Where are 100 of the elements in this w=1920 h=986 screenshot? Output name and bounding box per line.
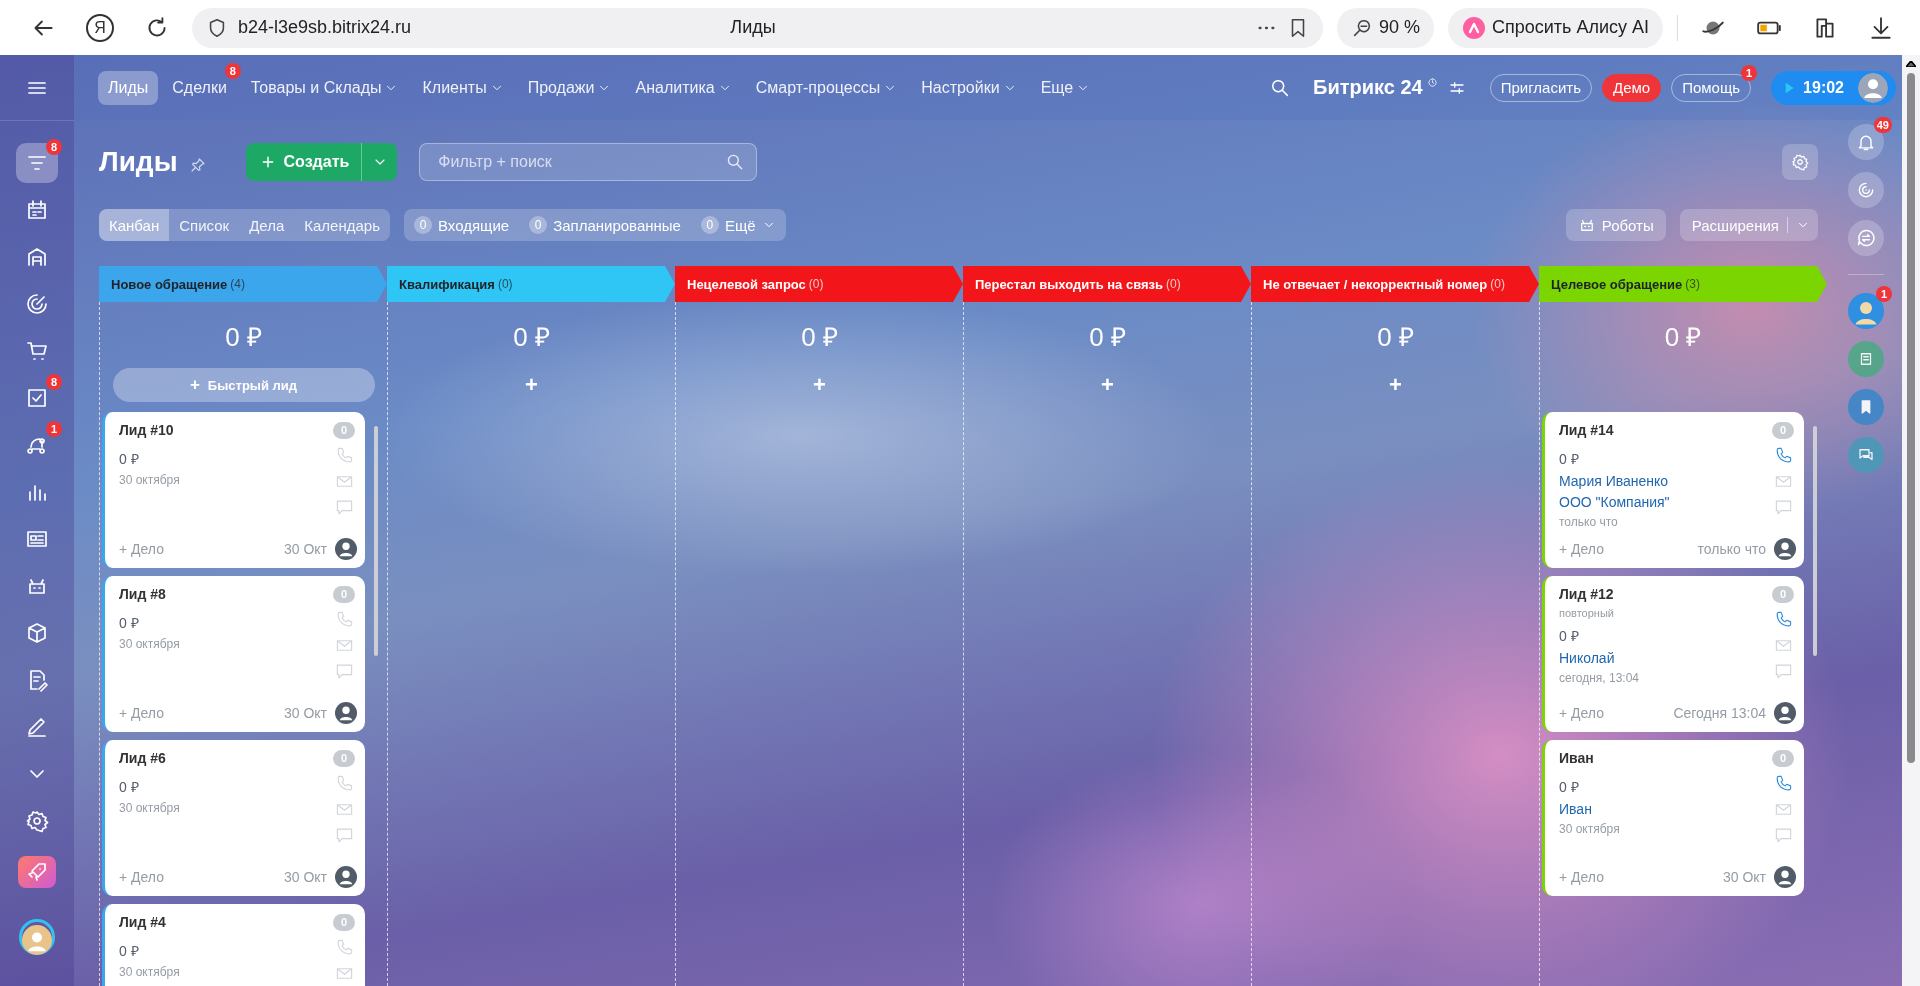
user-avatar[interactable] — [1856, 70, 1890, 105]
create-dropdown-button[interactable] — [361, 143, 398, 181]
view-tab[interactable]: Дела — [239, 209, 295, 241]
lead-title[interactable]: Лид #12 — [1559, 586, 1770, 602]
add-button[interactable]: + — [511, 368, 552, 402]
assistant-button[interactable]: Спросить Алису AI — [1447, 7, 1663, 48]
add-task-link[interactable]: + Дело — [1559, 541, 1604, 557]
brand-logo[interactable]: Битрикс 24 — [1313, 76, 1423, 99]
add-task-link[interactable]: + Дело — [1559, 869, 1604, 885]
stage-header[interactable]: Нецелевой запрос (0) — [675, 266, 963, 302]
lead-time: 30 Окт — [283, 869, 327, 885]
add-button[interactable]: + — [1375, 368, 1416, 402]
stage-header[interactable]: Перестал выходить на связь (0) — [963, 266, 1251, 302]
activity-counter: 0 — [333, 422, 355, 439]
add-button[interactable]: + — [799, 368, 840, 402]
counter-filter[interactable]: 0 Ещё — [700, 209, 776, 241]
assistant-icon — [1461, 15, 1486, 40]
contact-link[interactable]: ООО "Компания" — [1559, 494, 1770, 510]
create-button[interactable]: Создать — [245, 143, 362, 181]
pin-icon[interactable] — [189, 157, 206, 173]
stage-name: Перестал выходить на связь — [975, 276, 1164, 292]
lead-title[interactable]: Лид #6 — [119, 750, 331, 766]
profile-avatar[interactable] — [19, 919, 55, 955]
lead-card[interactable]: Иван 0 ₽ Иван 30 октября 0 + Дело 30 Окт — [1542, 740, 1804, 896]
activity-counter: 0 — [333, 750, 355, 767]
stage-header[interactable]: Новое обращение (4) — [99, 266, 387, 302]
bookmark-app-button[interactable] — [1848, 389, 1884, 425]
lead-time: Сегодня 13:04 — [1673, 705, 1766, 721]
extensions-button[interactable]: Расширения — [1679, 209, 1818, 241]
activity-counter: 0 — [1772, 750, 1794, 767]
user-avatar[interactable] — [335, 702, 357, 724]
user-avatar[interactable] — [335, 538, 357, 560]
add-task-link[interactable]: + Дело — [119, 705, 164, 721]
stage-header[interactable]: Целевое обращение (3) — [1539, 266, 1827, 302]
demo-button[interactable]: Демо — [1602, 73, 1662, 102]
scroll-up-arrow-icon[interactable] — [1906, 61, 1916, 67]
user-avatar[interactable] — [1774, 866, 1796, 888]
page-title: Лиды — [729, 17, 777, 38]
lead-amount: 0 ₽ — [119, 614, 140, 632]
activity-counter: 0 — [1772, 586, 1794, 603]
stage-name: Новое обращение — [111, 276, 228, 292]
lead-card[interactable]: Лид #14 0 ₽ Мария Иваненко ООО "Компания" только что 0 + Дело только что — [1542, 412, 1804, 568]
contact-link[interactable]: Иван — [1559, 801, 1770, 817]
user-avatar[interactable] — [1774, 538, 1796, 560]
contact-link[interactable]: Мария Иваненко — [1559, 473, 1770, 489]
address-bar[interactable]: b24-l3e9sb.bitrix24.ru Лиды — [192, 7, 1323, 48]
lead-card[interactable]: Лид #6 0 ₽ 30 октября 0 + Дело 30 Окт — [102, 740, 365, 896]
view-tab[interactable]: Канбан — [99, 209, 170, 241]
counter-filter[interactable]: 0 Запланированные — [529, 209, 681, 241]
lead-card[interactable]: Лид #10 0 ₽ 30 октября 0 + Дело 30 Окт — [102, 412, 365, 568]
stage-count: (4) — [230, 277, 246, 291]
user-avatar[interactable] — [1774, 702, 1796, 724]
lead-title[interactable]: Лид #4 — [119, 914, 331, 930]
add-task-link[interactable]: + Дело — [1559, 705, 1604, 721]
messages-app-button[interactable] — [1848, 437, 1884, 473]
stage-name: Квалификация — [399, 276, 495, 292]
nav-tab[interactable]: Товары и Склады — [240, 70, 409, 105]
chat-button[interactable] — [1848, 220, 1884, 256]
nav-tab[interactable]: Смарт-процессы — [745, 70, 908, 105]
scrollbar[interactable] — [1902, 55, 1920, 986]
nav-tab[interactable]: Клиенты — [412, 70, 514, 105]
add-task-link[interactable]: + Дело — [119, 541, 164, 557]
contact-link[interactable]: Николай — [1559, 650, 1770, 666]
nav-tab[interactable]: Еще — [1030, 70, 1101, 105]
lead-amount: 0 ₽ — [119, 778, 140, 796]
lead-title[interactable]: Лид #8 — [119, 586, 331, 602]
lead-title[interactable]: Иван — [1559, 750, 1770, 766]
stage-sum: 0 ₽ — [512, 321, 551, 354]
add-button[interactable]: + — [1087, 368, 1128, 402]
lead-title[interactable]: Лид #14 — [1559, 422, 1770, 438]
chat-arrows-icon — [1856, 228, 1876, 248]
add-task-link[interactable]: + Дело — [119, 869, 164, 885]
lead-title[interactable]: Лид #10 — [119, 422, 331, 438]
stage-count: (0) — [808, 277, 824, 291]
nav-tab[interactable]: Продажи — [517, 70, 622, 105]
user-avatar[interactable] — [335, 866, 357, 888]
filter-label: Ещё — [724, 216, 756, 234]
lead-card[interactable]: Лид #8 0 ₽ 30 октября 0 + Дело 30 Окт — [102, 576, 365, 732]
browser-logo[interactable]: Я — [86, 13, 114, 42]
stage-header[interactable]: Не отвечает / некорректный номер (0) — [1251, 266, 1539, 302]
lead-card[interactable]: Лид #12 повторный 0 ₽ Николай сегодня, 13:04 0 + Дело Сегодня 13:04 — [1542, 576, 1804, 732]
settings-button[interactable] — [1782, 144, 1818, 180]
lead-card[interactable]: Лид #4 0 ₽ 30 октября 0 — [102, 904, 365, 986]
view-tab[interactable]: Список — [169, 209, 240, 241]
counter-filter[interactable]: 0 Входящие — [414, 209, 510, 241]
view-tab[interactable]: Календарь — [294, 209, 390, 241]
quick-add-button[interactable]: + Быстрый лид — [112, 368, 375, 402]
lead-date: 30 октября — [119, 473, 181, 487]
rocket-app-button[interactable] — [18, 856, 56, 888]
stage-header[interactable]: Квалификация (0) — [387, 266, 675, 302]
nav-tab[interactable]: Настройки — [911, 70, 1027, 105]
calendar-icon — [25, 198, 49, 222]
swirl-button[interactable] — [1848, 172, 1884, 208]
filter-label: Запланированные — [553, 216, 681, 234]
robots-button[interactable]: Роботы — [1565, 209, 1666, 241]
nav-tab[interactable]: Лиды — [98, 70, 159, 105]
activity-counter: 0 — [333, 914, 355, 931]
notes-app-button[interactable] — [1848, 341, 1884, 377]
nav-tab[interactable]: Аналитика — [625, 70, 742, 105]
zoom-button[interactable]: 90 % — [1336, 7, 1434, 48]
